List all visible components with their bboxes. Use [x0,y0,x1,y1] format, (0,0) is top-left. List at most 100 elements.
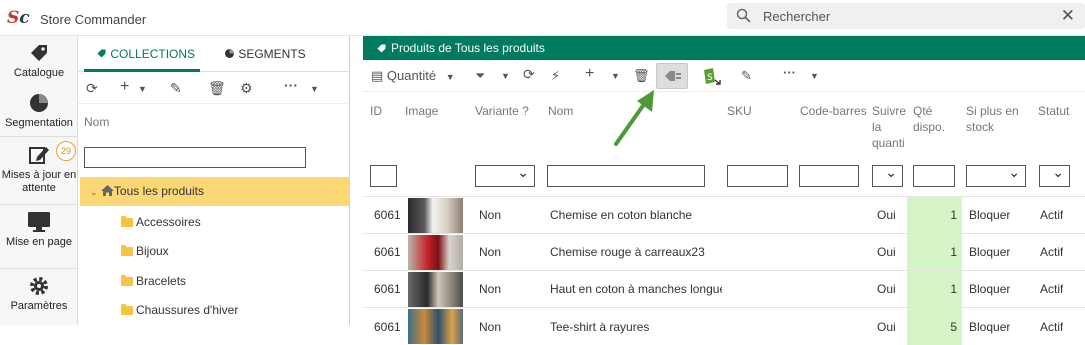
table-row[interactable]: 6061 Non Tee-shirt à rayures Oui 5 Bloqu… [363,307,1085,345]
tab-segments[interactable]: SEGMENTS [224,47,306,61]
product-thumbnail [408,198,463,233]
table-row[interactable]: 6061 Non Chemise en coton blanche Oui 1 … [363,196,1085,234]
lightning-icon[interactable]: ⚡ [551,68,560,84]
panel-tabs: COLLECTIONS SEGMENTS [78,36,350,72]
pending-count-badge: 29 [56,141,76,161]
column-header-image[interactable]: Image [405,103,438,119]
add-caret-icon[interactable]: ▼ [611,71,620,81]
panel-splitter[interactable] [356,36,362,325]
left-navigation: Catalogue Segmentation Mises à jour en a… [0,36,78,325]
filter-caret-icon[interactable]: ▼ [501,71,510,81]
product-thumbnail [408,309,463,344]
cell-name: Haut en coton à manches longues [550,282,722,296]
id-filter-input[interactable] [370,165,397,187]
cell-oos: Bloquer [969,320,1011,334]
collections-toolbar: ⟳ + ▼ ✎ 🗑 ⚙ ··· ▼ [78,74,350,104]
view-selector[interactable]: ▤ Quantité ▼ [371,68,455,84]
cell-qty[interactable]: 1 [907,234,962,271]
tab-collections[interactable]: COLLECTIONS [96,47,195,61]
cell-qty[interactable]: 5 [907,308,962,345]
name-filter-input[interactable] [547,165,705,187]
barcode-filter-input[interactable] [799,165,859,187]
add-dropdown-caret-icon[interactable]: ▼ [138,84,147,94]
tree-item-winter-shoes[interactable]: Chaussures d'hiver [121,303,238,317]
refresh-icon[interactable]: ⟳ [86,80,98,97]
cell-name: Tee-shirt à rayures [550,320,650,334]
filter-icon[interactable]: ⏷ [475,68,485,84]
variant-filter-select[interactable] [475,164,535,187]
app-title: Store Commander [40,12,147,27]
cell-qty[interactable]: 1 [907,271,962,308]
column-header-name: Nom [84,115,110,129]
products-panel: Produits de Tous les produits ▤ Quantité… [363,36,1085,345]
column-header-status[interactable]: Statut [1038,103,1069,119]
oos-filter-select[interactable] [966,164,1026,187]
cell-id: 6061 [374,282,401,296]
tag-icon [31,45,47,61]
column-header-available-qty[interactable]: Qté dispo. [913,103,953,135]
tree-item-bracelets[interactable]: Bracelets [121,274,186,288]
cell-variant: Non [479,208,502,222]
move-to-collection-button[interactable] [656,63,688,89]
more-dropdown-caret-icon[interactable]: ▼ [310,84,319,94]
tag-arrow-icon [665,71,681,81]
list-icon: ▤ [371,68,384,83]
tree-item-jewelry[interactable]: Bijoux [121,244,169,258]
column-header-variant[interactable]: Variante ? [475,103,529,119]
column-header-sku[interactable]: SKU [727,103,752,119]
cell-status: Actif [1040,208,1064,222]
table-row[interactable]: 6061 Non Chemise rouge à carreaux23 Oui … [363,233,1085,271]
sku-filter-input[interactable] [727,165,788,187]
nav-settings[interactable]: Paramètres [0,275,78,313]
status-filter-select[interactable] [1039,164,1070,187]
edit-lock-icon[interactable]: ✎ [741,68,752,84]
products-panel-header: Produits de Tous les produits [363,36,1085,60]
edit-lock-icon[interactable]: ✎ [170,80,182,97]
nav-layout[interactable]: Mise en page [0,211,78,249]
qty-filter-input[interactable] [913,165,955,187]
product-thumbnail [408,272,463,307]
top-bar: Sc Store Commander Rechercher ✕ [0,0,1085,36]
annotation-arrow [614,90,654,146]
add-icon[interactable]: + [585,65,594,83]
gear-icon [30,277,48,295]
folder-icon [121,304,133,315]
cell-track: Oui [877,245,896,259]
column-header-out-of-stock[interactable]: Si plus en stock [966,103,1028,135]
search-icon [736,8,751,23]
svg-text:S: S [707,73,713,83]
column-header-track-quantity[interactable]: Suivre la quanti [872,103,908,151]
cell-id: 6061 [374,320,401,334]
pie-chart-icon [225,49,234,58]
search-input[interactable]: Rechercher ✕ [727,3,1085,29]
column-header-id[interactable]: ID [370,103,382,119]
track-filter-select[interactable] [872,164,903,187]
nav-catalogue[interactable]: Catalogue [0,42,78,80]
more-caret-icon[interactable]: ▼ [810,71,819,81]
more-icon[interactable]: ··· [783,65,796,80]
cell-name: Chemise en coton blanche [550,208,693,222]
column-header-name[interactable]: Nom [548,103,573,119]
chevron-down-icon[interactable]: ⌄ [90,187,98,197]
name-filter-input[interactable] [84,147,306,168]
refresh-icon[interactable]: ⟳ [523,66,535,83]
cell-track: Oui [877,282,896,296]
trash-icon[interactable]: 🗑 [208,80,226,97]
tree-item-all-products-label: ⌄ Tous les produits [90,184,204,198]
settings-lock-icon[interactable]: ⚙ [240,80,253,97]
cell-qty[interactable]: 1 [907,197,962,234]
app-logo[interactable]: Sc [7,8,30,28]
column-header-barcode[interactable]: Code-barres [800,103,867,119]
cell-oos: Bloquer [969,208,1011,222]
close-icon[interactable]: ✕ [1061,6,1075,26]
more-icon[interactable]: ··· [284,77,298,93]
products-panel-title: Produits de Tous les produits [391,41,545,55]
trash-icon[interactable]: 🗑 [633,68,650,84]
view-label: Quantité [386,68,437,83]
nav-segmentation[interactable]: Segmentation [0,92,78,130]
table-row[interactable]: 6061 Non Haut en coton à manches longues… [363,270,1085,308]
shopify-sync-icon[interactable]: S [701,64,723,89]
add-icon[interactable]: + [120,78,129,96]
tree-item-accessories[interactable]: Accessoires [121,215,201,229]
cell-variant: Non [479,282,502,296]
